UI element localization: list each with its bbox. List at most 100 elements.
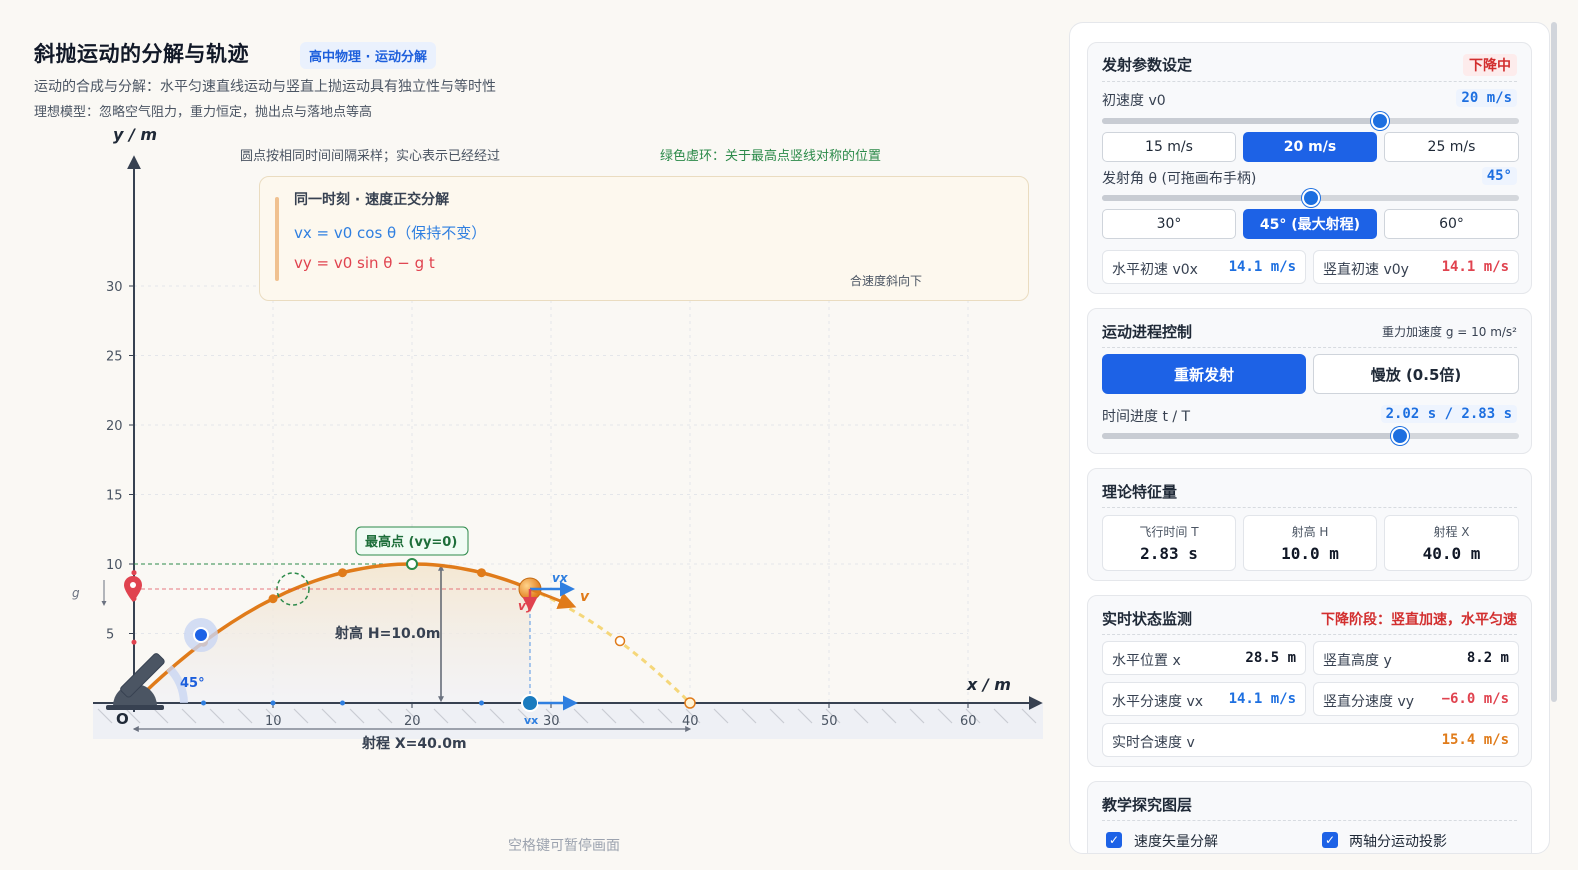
launch-params-title: 发射参数设定 [1102, 56, 1193, 74]
gravity-note: 重力加速度 g = 10 m/s² [1382, 325, 1517, 339]
angle-drag-handle[interactable] [193, 627, 209, 643]
origin-label: O [116, 710, 129, 728]
progress-title: 运动进程控制 [1102, 323, 1193, 341]
motion-status-badge: 下降中 [1463, 54, 1517, 76]
sample-point-passed [477, 568, 486, 578]
control-panel: 发射参数设定 下降中 初速度 v0 20 m/s 15 m/s 20 m/s 2… [1069, 22, 1550, 854]
pause-hint: 空格键可暂停画面 [508, 838, 620, 854]
legend-velocity-note: 合速度斜向下 [850, 274, 923, 288]
y-tick-label: 10 [106, 558, 123, 573]
x-position-label: 水平位置 x [1112, 653, 1181, 669]
legend-accent-bar [275, 197, 279, 281]
range-label: 射程 X [1433, 525, 1470, 539]
speed-stat: 实时合速度 v 15.4 m/s [1102, 723, 1519, 757]
angle-value: 45° [1481, 167, 1517, 185]
vy-stat-value: −6.0 m/s [1441, 691, 1509, 707]
y-tick-label: 5 [106, 628, 114, 643]
v0y-label: 竖直初速 v0y [1323, 262, 1409, 278]
time-progress-value: 2.02 s / 2.83 s [1380, 405, 1517, 423]
vy-stat: 竖直分速度 vy −6.0 m/s [1313, 682, 1519, 716]
motion-phase-note: 下降阶段：竖直加速，水平匀速 [1321, 612, 1517, 628]
angle-label: 45° [180, 676, 205, 691]
v0-slider-knob[interactable] [1371, 112, 1389, 130]
angle-slider[interactable] [1102, 189, 1519, 207]
y-axis-label: y / m [113, 125, 157, 144]
v0-slider[interactable] [1102, 112, 1519, 130]
flight-time-value: 2.83 s [1140, 544, 1198, 563]
range-value: 40.0 m [1422, 544, 1481, 563]
vx-label: vx [552, 571, 569, 585]
monitor-title: 实时状态监测 [1102, 610, 1193, 628]
y-tick-label: 20 [106, 419, 123, 434]
angle-preset-60[interactable]: 60° [1384, 209, 1519, 239]
flight-time-label: 飞行时间 T [1139, 525, 1199, 539]
sample-point-passed [268, 594, 278, 604]
axis-projection-checkbox[interactable]: ✓ [1322, 832, 1338, 848]
theory-card: 理论特征量 飞行时间 T 2.83 s 射高 H 10.0 m 射程 X 40.… [1087, 468, 1532, 581]
apex-point [406, 558, 418, 570]
speed-label: 实时合速度 v [1112, 735, 1195, 751]
angle-slider-knob[interactable] [1301, 189, 1320, 207]
x-tick-label: 40 [682, 714, 699, 729]
v0-preset-25[interactable]: 25 m/s [1384, 132, 1519, 162]
trajectory-future [528, 587, 692, 705]
launch-params-card: 发射参数设定 下降中 初速度 v0 20 m/s 15 m/s 20 m/s 2… [1087, 42, 1532, 294]
axis-projection-label[interactable]: 两轴分运动投影 [1349, 831, 1447, 851]
y-tick-label: 15 [106, 489, 123, 504]
x-position-stat: 水平位置 x 28.5 m [1102, 641, 1306, 675]
vx-stat: 水平分速度 vx 14.1 m/s [1102, 682, 1306, 716]
range-box: 射程 X 40.0 m [1384, 515, 1519, 571]
layers-card: 教学探究图层 ✓ 速度矢量分解 ✓ 两轴分运动投影 [1087, 781, 1532, 853]
sample-x-projection [340, 700, 345, 706]
progress-card: 运动进程控制 重力加速度 g = 10 m/s² 重新发射 慢放 (0.5倍) … [1087, 308, 1532, 454]
vy-label: vy [518, 599, 535, 613]
relaunch-button[interactable]: 重新发射 [1102, 354, 1306, 394]
legend-vy-formula: vy = v0 sin θ − g t [294, 254, 435, 272]
max-height-value: 10.0 m [1281, 544, 1339, 563]
time-slider-knob[interactable] [1390, 427, 1409, 445]
sample-y-projection [131, 570, 137, 576]
projectile-canvas[interactable]: 10 20 30 40 50 60 5 10 15 20 25 30 y / m x / m O 射高… [0, 0, 1060, 870]
vx-stat-label: 水平分速度 vx [1112, 694, 1204, 710]
slowmo-button[interactable]: 慢放 (0.5倍) [1313, 354, 1519, 394]
v0-preset-15[interactable]: 15 m/s [1102, 132, 1236, 162]
max-height-box: 射高 H 10.0 m [1243, 515, 1377, 571]
y-height-stat: 竖直高度 y 8.2 m [1313, 641, 1519, 675]
vector-decomp-label[interactable]: 速度矢量分解 [1134, 831, 1218, 851]
y-height-label: 竖直高度 y [1323, 653, 1392, 669]
x-axis-label: x / m [966, 675, 1011, 694]
v0x-stat: 水平初速 v0x 14.1 m/s [1102, 250, 1306, 284]
angle-preset-45[interactable]: 45° (最大射程) [1243, 209, 1377, 239]
y-projection-pin [124, 576, 142, 602]
g-label: g [72, 586, 80, 600]
v0-preset-20[interactable]: 20 m/s [1243, 132, 1377, 162]
v0-slider-fill [1102, 118, 1380, 124]
angle-preset-30[interactable]: 30° [1102, 209, 1236, 239]
apex-label: 最高点 (vy=0) [365, 534, 457, 550]
theory-title: 理论特征量 [1102, 483, 1178, 501]
y-height-value: 8.2 m [1466, 650, 1509, 666]
y-tick-label: 25 [106, 350, 123, 365]
x-tick-label: 10 [265, 714, 282, 729]
v0-label: 初速度 v0 [1102, 93, 1166, 109]
v0y-value: 14.1 m/s [1441, 259, 1509, 275]
legend-vx-formula: vx = v0 cos θ（保持不变） [294, 224, 487, 242]
sample-x-projection [479, 700, 484, 706]
legend-title: 同一时刻 · 速度正交分解 [294, 192, 450, 208]
x-tick-label: 60 [960, 714, 977, 729]
symmetry-note: 绿色虚环：关于最高点竖线对称的位置 [660, 149, 882, 164]
future-sample [614, 635, 626, 647]
sample-x-projection [270, 700, 276, 706]
divider [1102, 634, 1517, 635]
panel-scrollbar[interactable] [1551, 22, 1557, 702]
ground-strip [93, 703, 1043, 739]
layers-title: 教学探究图层 [1102, 796, 1193, 814]
vector-decomp-checkbox[interactable]: ✓ [1106, 832, 1122, 848]
speed-value: 15.4 m/s [1441, 732, 1509, 748]
monitor-card: 实时状态监测 下降阶段：竖直加速，水平匀速 水平位置 x 28.5 m 竖直高度… [1087, 595, 1532, 767]
sampling-note: 圆点按相同时间间隔采样；实心表示已经经过 [240, 149, 501, 164]
v0-value: 20 m/s [1456, 89, 1517, 107]
v0y-stat: 竖直初速 v0y 14.1 m/s [1313, 250, 1519, 284]
sample-point-passed [338, 568, 347, 578]
time-slider[interactable] [1102, 427, 1519, 445]
